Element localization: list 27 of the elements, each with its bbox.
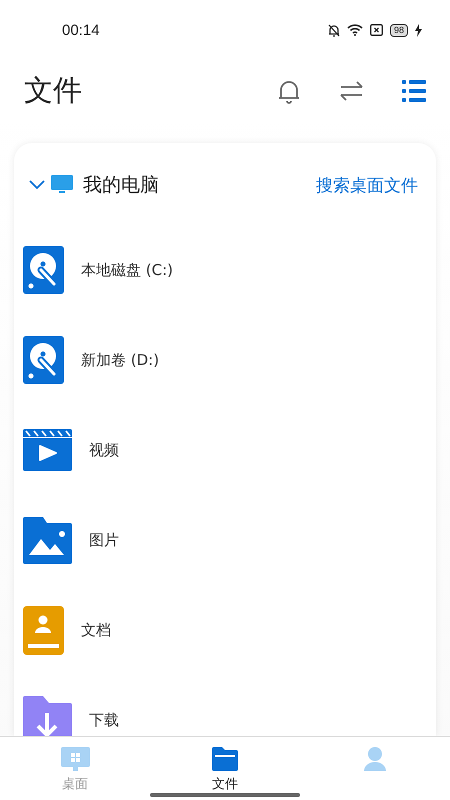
person-icon — [364, 747, 386, 771]
video-clapper-icon — [23, 429, 72, 471]
monitor-icon — [51, 175, 73, 195]
bell-off-icon — [328, 24, 340, 36]
folder-label[interactable]: 下载 — [89, 710, 119, 730]
contact-document-icon — [23, 606, 64, 654]
notifications-button[interactable] — [277, 78, 301, 104]
collapse-button[interactable] — [29, 180, 45, 190]
no-sim-icon — [370, 24, 383, 36]
nav-tab[interactable]: 文件 — [150, 737, 300, 800]
search-desktop-link[interactable]: 搜索桌面文件 — [316, 174, 418, 196]
transfer-button[interactable] — [339, 81, 364, 101]
folder-label[interactable]: 图片 — [89, 530, 119, 550]
page-title: 文件 — [24, 72, 83, 109]
image-folder-icon — [23, 516, 72, 564]
status-time: 00:14 — [62, 22, 101, 38]
charging-bolt-icon — [415, 24, 422, 36]
battery-level: 98 — [390, 24, 408, 36]
folder-label[interactable]: 本地磁盘 (C:) — [81, 260, 173, 280]
folder-label[interactable]: 新加卷 (D:) — [81, 350, 160, 370]
list-view-button[interactable] — [402, 80, 426, 102]
folder-label[interactable]: 文档 — [81, 620, 111, 640]
section-title: 我的电脑 — [83, 173, 160, 198]
folder-label[interactable]: 视频 — [89, 440, 119, 460]
monitor-icon — [60, 747, 90, 771]
wifi-icon — [346, 24, 363, 36]
folder-icon — [212, 747, 238, 771]
